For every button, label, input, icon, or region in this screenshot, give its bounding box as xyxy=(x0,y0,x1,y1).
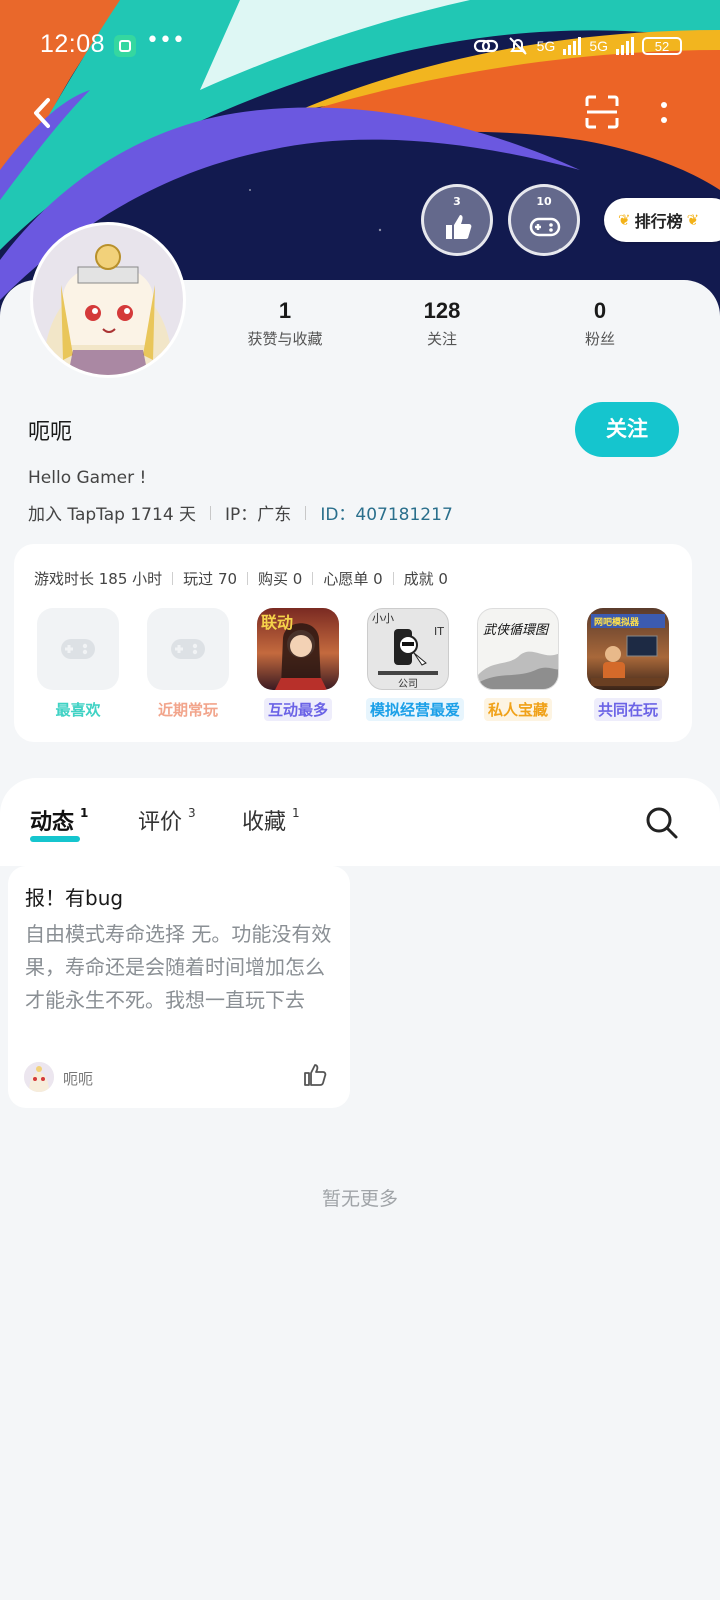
thumbs-up-icon[interactable] xyxy=(302,1062,328,1088)
game-icon-it-company: 小小 IT 公司 xyxy=(367,608,449,690)
active-tab-indicator xyxy=(30,836,80,842)
post-title: 报！有bug xyxy=(25,886,124,910)
author-name[interactable]: 呃呃 xyxy=(63,1068,93,1089)
mute-bell-icon xyxy=(508,37,527,55)
post-body: 自由模式寿命选择 无。功能没有效果，寿命还是会随着时间增加怎么才能永生不死。我想… xyxy=(25,922,332,1012)
game-tile-recent[interactable]: 近期常玩 xyxy=(146,608,230,721)
laurel-icon: ❦ xyxy=(618,211,631,229)
scan-icon[interactable] xyxy=(584,94,620,130)
svg-text:公司: 公司 xyxy=(398,679,418,690)
ranking-label: 排行榜 xyxy=(634,212,683,231)
no-more-text: 暂无更多 xyxy=(321,1188,398,1210)
likes-medal[interactable]: 3 xyxy=(421,184,493,256)
game-icon-wuxia-ink: 武侠循環图 xyxy=(477,608,559,690)
author-avatar[interactable] xyxy=(24,1062,54,1092)
user-id[interactable]: ID：407181217 xyxy=(320,500,452,525)
likes-stat[interactable]: 1 获赞与收藏 xyxy=(220,298,350,349)
game-tile-treasure[interactable]: 武侠循環图 私人宝藏 xyxy=(476,608,560,721)
more-notifications-icon: ••• xyxy=(146,28,185,53)
game-icon-netcafe: 网吧模拟器 xyxy=(587,608,669,690)
divider xyxy=(392,572,394,585)
tab-reviews[interactable]: 评价 3 xyxy=(138,804,196,836)
thumbs-up-icon xyxy=(446,215,472,239)
status-bar: 12:08 ••• 5G 5G 52 xyxy=(0,28,720,64)
status-time: 12:08 xyxy=(40,30,106,58)
games-card: 游戏时长 185 小时 玩过 70 购买 0 心愿单 0 成就 0 最喜欢 近期… xyxy=(14,544,692,742)
gamepad-icon xyxy=(147,608,229,690)
follow-button[interactable]: 关注 xyxy=(575,402,679,457)
laurel-icon: ❦ xyxy=(686,211,700,229)
playtime-stat[interactable]: 游戏时长 185 小时 xyxy=(34,568,162,589)
network-type-2: 5G xyxy=(589,38,608,54)
svg-text:IT: IT xyxy=(434,625,444,638)
divider xyxy=(247,572,249,585)
chevron-left-icon[interactable] xyxy=(28,96,60,130)
wishlist-stat[interactable]: 心愿单 0 xyxy=(323,568,382,589)
svg-text:武侠循環图: 武侠循環图 xyxy=(483,623,550,638)
app-notification-icon xyxy=(114,35,136,57)
game-tile-coplay[interactable]: 网吧模拟器 共同在玩 xyxy=(586,608,670,721)
tab-collections[interactable]: 收藏 1 xyxy=(242,804,300,836)
gamepad-icon xyxy=(529,217,561,237)
games-medal[interactable]: 10 xyxy=(508,184,580,256)
game-tile-interact[interactable]: 联动 互动最多 xyxy=(256,608,340,721)
join-days: 加入 TapTap 1714 天 xyxy=(28,505,197,525)
game-tile-sim[interactable]: 小小 IT 公司 模拟经营最爱 xyxy=(366,608,465,721)
avatar[interactable] xyxy=(30,222,186,378)
bio: Hello Gamer ! xyxy=(28,468,147,488)
link-icon xyxy=(473,39,498,53)
username: 呃呃 xyxy=(28,420,73,445)
signal-icon xyxy=(616,37,634,55)
profile-meta: 加入 TapTap 1714 天 IP：广东 ID：407181217 xyxy=(28,500,453,525)
network-type-1: 5G xyxy=(536,38,556,54)
more-vertical-icon[interactable] xyxy=(652,96,676,130)
ranking-button[interactable]: ❦ 排行榜 ❦ xyxy=(604,198,720,242)
divider xyxy=(312,572,314,585)
divider xyxy=(172,572,174,585)
purchased-stat[interactable]: 购买 0 xyxy=(258,568,302,589)
achievements-stat[interactable]: 成就 0 xyxy=(404,568,448,589)
following-stat[interactable]: 128 关注 xyxy=(377,298,507,349)
gamepad-icon xyxy=(37,608,119,690)
svg-text:小小: 小小 xyxy=(372,612,394,625)
game-stats: 游戏时长 185 小时 玩过 70 购买 0 心愿单 0 成就 0 xyxy=(34,568,448,589)
search-icon[interactable] xyxy=(645,806,679,840)
signal-icon xyxy=(563,37,582,55)
divider xyxy=(210,505,212,520)
divider xyxy=(305,505,307,520)
played-stat[interactable]: 玩过 70 xyxy=(183,568,237,589)
game-icon-wuxia-girl: 联动 xyxy=(257,608,339,690)
tab-activity[interactable]: 动态 1 xyxy=(30,804,88,836)
battery-icon: 52 xyxy=(642,37,682,55)
ip-location: IP：广东 xyxy=(225,505,292,525)
followers-stat[interactable]: 0 粉丝 xyxy=(535,298,665,349)
tabs-panel xyxy=(0,778,720,868)
svg-text:网吧模拟器: 网吧模拟器 xyxy=(594,616,640,628)
game-tile-favorite[interactable]: 最喜欢 xyxy=(36,608,120,721)
svg-text:联动: 联动 xyxy=(261,613,293,632)
post-card[interactable]: 报！有bug 自由模式寿命选择 无。功能没有效果，寿命还是会随着时间增加怎么才能… xyxy=(8,866,350,1108)
